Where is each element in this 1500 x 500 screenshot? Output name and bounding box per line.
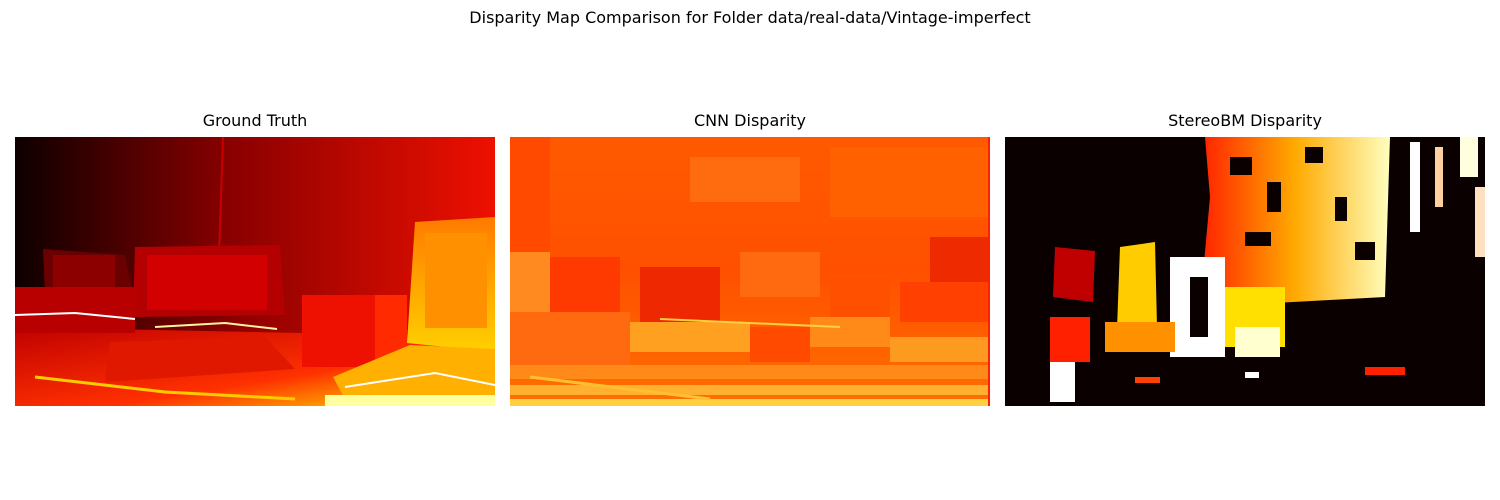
heatmap-stereobm [1005,137,1485,406]
gt-monitor-right-face [425,233,487,328]
cnn-block-6 [640,267,720,322]
bm-strip-right-3 [1460,137,1478,177]
bm-speck-1 [1365,367,1405,375]
bm-hole-5 [1245,232,1271,246]
gt-floor-bright [325,395,495,406]
bm-dark-cutout [1190,277,1208,337]
gt-monitor-left-face [53,255,115,289]
bm-hole-3 [1305,147,1323,163]
bm-object-red [1050,317,1090,362]
gt-keyboard-left [15,287,135,333]
bm-object-orange [1105,322,1175,352]
cnn-block-5 [550,257,620,312]
cnn-band-3 [510,399,990,406]
bm-monitor-left [1053,247,1095,302]
cnn-block-3 [830,147,990,217]
bm-speck-2 [1135,377,1160,383]
bm-speck-3 [1245,372,1259,378]
bm-hole-4 [1335,197,1347,221]
cnn-edge [988,137,990,406]
bm-object-white-3 [1050,362,1075,402]
figure-suptitle: Disparity Map Comparison for Folder data… [469,8,1031,27]
cnn-block-7 [740,252,820,297]
bm-strip-right-2 [1435,147,1443,207]
panel-title-ground-truth: Ground Truth [202,111,308,130]
heatmap-cnn [510,137,990,406]
cnn-band-1 [510,365,990,379]
bm-wall [1200,137,1390,307]
panel-title-stereobm: StereoBM Disparity [1168,111,1322,130]
bm-hole-2 [1267,182,1281,212]
heatmap-ground-truth [15,137,495,406]
panel-title-cnn: CNN Disparity [693,111,807,130]
cnn-block-8 [830,277,890,317]
bm-monitor-center [1117,242,1157,329]
cnn-block-13 [750,327,810,362]
bm-strip-right-4 [1475,187,1485,257]
bm-object-white-2 [1235,327,1280,357]
cnn-block-10 [900,282,990,322]
bm-hole-1 [1230,157,1252,175]
cnn-block-4 [510,252,550,322]
cnn-block-9 [930,237,990,282]
cnn-block-1 [510,137,550,257]
cnn-block-14 [810,317,890,347]
cnn-band-2 [510,385,990,395]
cnn-block-15 [890,337,990,362]
cnn-block-12 [630,322,750,352]
cnn-block-2 [690,157,800,202]
bm-strip-right-1 [1410,142,1420,232]
cnn-block-11 [510,312,630,367]
bm-hole-6 [1355,242,1375,260]
gt-monitor-center-face [147,255,267,310]
